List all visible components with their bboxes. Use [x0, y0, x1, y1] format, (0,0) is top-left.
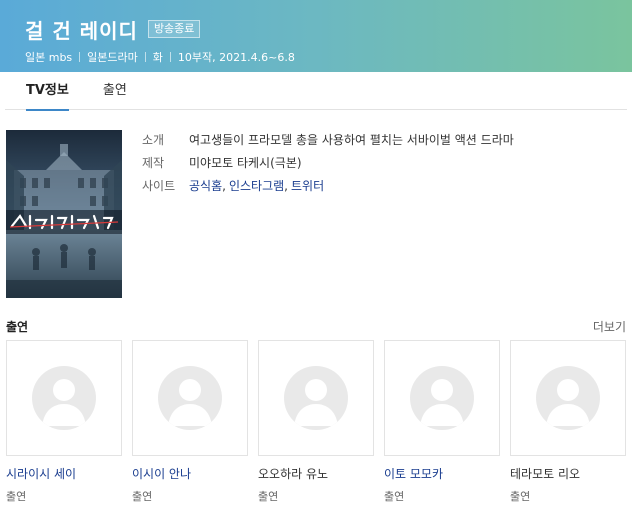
meta-day: 화 — [152, 51, 163, 64]
cast-photo[interactable] — [6, 340, 122, 456]
show-info: 소개 여고생들이 프라모델 총을 사용하여 펼치는 서바이벌 액션 드라마 제작… — [142, 128, 514, 197]
site-link-twitter[interactable]: 트위터 — [291, 179, 324, 193]
production-value: 미야모토 타케시(극본) — [189, 156, 302, 170]
cast-role: 출연 — [384, 490, 405, 503]
tab-bar: TV정보 출연 — [5, 72, 627, 111]
cast-role: 출연 — [258, 490, 279, 503]
cast-name[interactable]: 이시이 안나 — [132, 465, 248, 482]
avatar-placeholder-icon — [536, 366, 600, 430]
intro-label: 소개 — [142, 133, 165, 147]
meta-broadcaster: 일본 mbs — [25, 51, 73, 64]
site-links: 공식홈, 인스타그램, 트위터 — [189, 177, 324, 194]
cast-role: 출연 — [6, 490, 27, 503]
cast-name[interactable]: 오오하라 유노 — [258, 465, 374, 482]
show-meta: 일본 mbs 일본드라마 화 10부작, 2021.4.6~6.8 — [25, 49, 632, 65]
more-link[interactable]: 더보기 — [593, 318, 626, 335]
production-label: 제작 — [142, 156, 165, 170]
cast-card[interactable]: 이토 모모카 출연 — [384, 340, 500, 504]
cast-role: 출연 — [132, 490, 153, 503]
cast-photo[interactable] — [258, 340, 374, 456]
cast-photo[interactable] — [132, 340, 248, 456]
cast-name[interactable]: 시라이시 세이 — [6, 465, 122, 482]
avatar-placeholder-icon — [32, 366, 96, 430]
info-production-row: 제작 미야모토 타케시(극본) — [142, 151, 514, 174]
info-intro-row: 소개 여고생들이 프라모델 총을 사용하여 펼치는 서바이벌 액션 드라마 — [142, 128, 514, 151]
cast-name[interactable]: 테라모토 리오 — [510, 465, 626, 482]
avatar-placeholder-icon — [284, 366, 348, 430]
meta-genre: 일본드라마 — [87, 51, 138, 64]
meta-divider — [79, 52, 81, 62]
site-label: 사이트 — [142, 179, 176, 193]
site-link-official[interactable]: 공식홈 — [189, 179, 222, 193]
cast-role: 출연 — [510, 490, 531, 503]
tab-cast[interactable]: 출연 — [103, 72, 127, 110]
cast-photo[interactable] — [384, 340, 500, 456]
status-badge: 방송종료 — [147, 20, 201, 38]
cast-section-header: 출연 더보기 — [6, 318, 626, 334]
info-site-row: 사이트 공식홈, 인스타그램, 트위터 — [142, 174, 514, 197]
meta-episodes-dates: 10부작, 2021.4.6~6.8 — [177, 51, 295, 64]
site-link-instagram[interactable]: 인스타그램 — [229, 179, 284, 193]
avatar-placeholder-icon — [410, 366, 474, 430]
cast-card[interactable]: 오오하라 유노 출연 — [258, 340, 374, 504]
intro-value: 여고생들이 프라모델 총을 사용하여 펼치는 서바이벌 액션 드라마 — [189, 133, 514, 147]
meta-divider — [169, 52, 171, 62]
cast-card[interactable]: 이시이 안나 출연 — [132, 340, 248, 504]
comma: , — [222, 179, 226, 193]
show-header: 걸 건 레이디 방송종료 일본 mbs 일본드라마 화 10부작, 2021.4… — [0, 0, 632, 72]
cast-photo[interactable] — [510, 340, 626, 456]
show-title: 걸 건 레이디 — [25, 18, 138, 43]
poster-image — [6, 130, 122, 298]
cast-card[interactable]: 시라이시 세이 출연 — [6, 340, 122, 504]
cast-card[interactable]: 테라모토 리오 출연 — [510, 340, 626, 504]
meta-divider — [144, 52, 146, 62]
show-poster[interactable] — [6, 130, 122, 298]
comma: , — [284, 179, 288, 193]
avatar-placeholder-icon — [158, 366, 222, 430]
cast-name[interactable]: 이토 모모카 — [384, 465, 500, 482]
tab-tv-info[interactable]: TV정보 — [26, 72, 69, 111]
cast-title: 출연 — [6, 320, 29, 334]
